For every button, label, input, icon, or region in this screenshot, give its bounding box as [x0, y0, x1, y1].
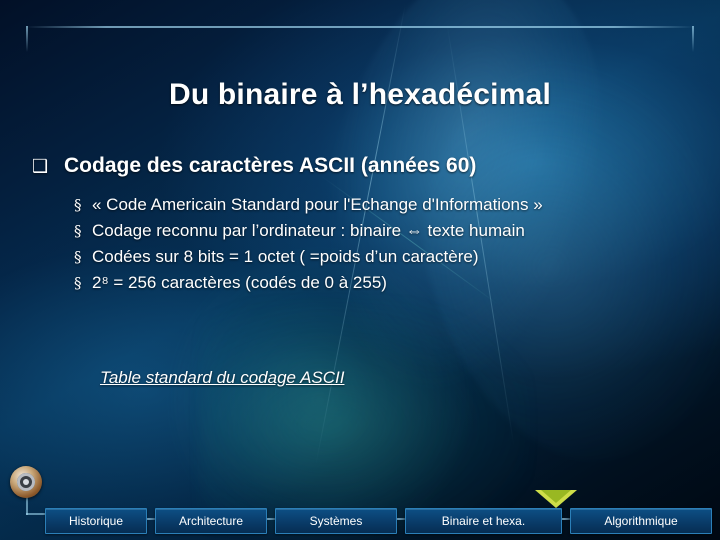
frame-top-left-corner — [26, 26, 28, 52]
square-bullet-icon: ❑ — [32, 156, 49, 177]
nav-button-systemes[interactable]: Systèmes — [275, 508, 397, 534]
section-bullet-icon: § — [74, 274, 82, 292]
section-bullet-icon: § — [74, 196, 82, 214]
list-item-text: Codage reconnu par l’ordinateur : binair… — [92, 221, 525, 240]
ascii-table-link[interactable]: Table standard du codage ASCII — [100, 368, 344, 388]
gear-logo-center — [23, 479, 29, 485]
bullet-level1-text: Codage des caractères ASCII (années 60) — [64, 154, 477, 177]
bottom-navigation: Historique Architecture Systèmes Binaire… — [0, 500, 720, 540]
list-item: § « Code Americain Standard pour l'Echan… — [74, 192, 694, 218]
list-item: § Codage reconnu par l’ordinateur : bina… — [74, 218, 694, 244]
list-item-text: « Code Americain Standard pour l'Echange… — [92, 195, 543, 214]
slide-body: ❑ Codage des caractères ASCII (années 60… — [26, 152, 694, 296]
slide-title: Du binaire à l’hexadécimal — [168, 78, 552, 111]
section-bullet-icon: § — [74, 222, 82, 240]
bullet-level1: ❑ Codage des caractères ASCII (années 60… — [26, 152, 694, 180]
list-item-text: 2⁸ = 256 caractères (codés de 0 à 255) — [92, 273, 387, 292]
frame-top-right-corner — [692, 26, 694, 52]
decorative-glow — [200, 300, 530, 530]
list-item: § Codées sur 8 bits = 1 octet ( =poids d… — [74, 244, 694, 270]
frame-top-border — [26, 26, 694, 28]
list-item-text: Codées sur 8 bits = 1 octet ( =poids d’u… — [92, 247, 479, 266]
bullet-level2-list: § « Code Americain Standard pour l'Echan… — [26, 192, 694, 296]
nav-button-historique[interactable]: Historique — [45, 508, 147, 534]
nav-button-algorithmique[interactable]: Algorithmique — [570, 508, 712, 534]
nav-button-binaire-hexa[interactable]: Binaire et hexa. — [405, 508, 562, 534]
section-bullet-icon: § — [74, 248, 82, 266]
nav-button-architecture[interactable]: Architecture — [155, 508, 267, 534]
slide-canvas: Du binaire à l’hexadécimal ❑ Codage des … — [0, 0, 720, 540]
gear-logo-icon — [10, 466, 42, 498]
list-item: § 2⁸ = 256 caractères (codés de 0 à 255) — [74, 270, 694, 296]
